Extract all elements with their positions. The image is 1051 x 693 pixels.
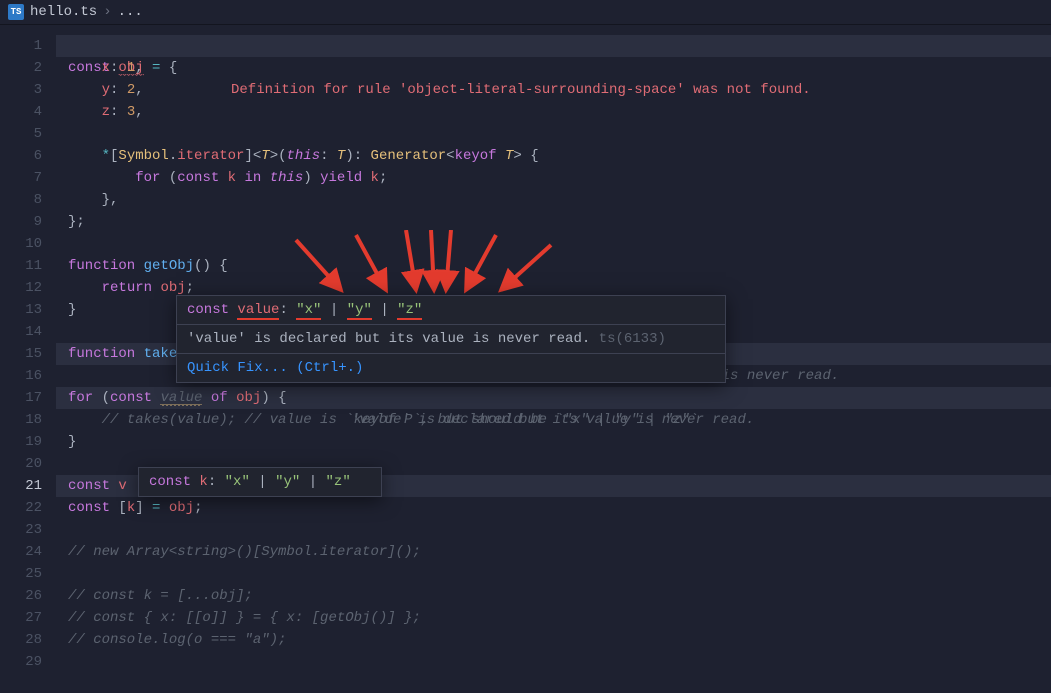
code-line[interactable]: } (56, 431, 1051, 453)
editor[interactable]: 1234567891011121314151617181920212223242… (0, 25, 1051, 693)
code-line[interactable]: // const k = [...obj]; (56, 585, 1051, 607)
hover-signature: const value: "x" | "y" | "z" (177, 296, 725, 324)
line-number: 16 (0, 365, 56, 387)
line-number: 28 (0, 629, 56, 651)
line-number: 3 (0, 79, 56, 101)
breadcrumb-file[interactable]: hello.ts (30, 4, 97, 20)
code-line[interactable]: // console.log(o === "a"); (56, 629, 1051, 651)
line-number: 19 (0, 431, 56, 453)
line-number: 23 (0, 519, 56, 541)
line-number: 29 (0, 651, 56, 673)
code-line[interactable]: // new Array<string>()[Symbol.iterator](… (56, 541, 1051, 563)
line-number: 9 (0, 211, 56, 233)
line-number: 5 (0, 123, 56, 145)
code-line[interactable]: y: 2, (56, 79, 1051, 101)
breadcrumb-more[interactable]: ... (118, 4, 143, 20)
quick-fix-link[interactable]: Quick Fix... (Ctrl+.) (177, 354, 725, 382)
line-number: 8 (0, 189, 56, 211)
line-number: 4 (0, 101, 56, 123)
line-number: 13 (0, 299, 56, 321)
typescript-file-icon: TS (8, 4, 24, 20)
code-line[interactable]: z: 3, (56, 101, 1051, 123)
line-number: 7 (0, 167, 56, 189)
line-number-gutter: 1234567891011121314151617181920212223242… (0, 25, 56, 693)
line-number: 10 (0, 233, 56, 255)
code-line[interactable] (56, 123, 1051, 145)
line-number: 15 (0, 343, 56, 365)
hover-tooltip: const value: "x" | "y" | "z" 'value' is … (176, 295, 726, 383)
code-line[interactable]: }, (56, 189, 1051, 211)
line-number: 24 (0, 541, 56, 563)
code-line[interactable] (56, 651, 1051, 673)
code-line[interactable] (56, 563, 1051, 585)
line-number: 26 (0, 585, 56, 607)
line-number: 2 (0, 57, 56, 79)
code-line[interactable]: x: 1, (56, 57, 1051, 79)
code-area[interactable]: const obj = { Definition for rule 'objec… (56, 25, 1051, 693)
breadcrumb: TS hello.ts › ... (0, 0, 1051, 25)
code-line[interactable] (56, 519, 1051, 541)
code-line[interactable]: for (const k in this) yield k; (56, 167, 1051, 189)
line-number: 20 (0, 453, 56, 475)
line-number: 14 (0, 321, 56, 343)
code-line[interactable]: // const { x: [[o]] } = { x: [getObj()] … (56, 607, 1051, 629)
hover-signature: const k: "x" | "y" | "z" (139, 468, 381, 496)
line-number: 12 (0, 277, 56, 299)
code-line[interactable]: for (const value of obj) { 'value' is de… (56, 387, 1051, 409)
line-number: 22 (0, 497, 56, 519)
hover-tooltip: const k: "x" | "y" | "z" (138, 467, 382, 497)
line-number: 18 (0, 409, 56, 431)
code-line[interactable]: *[Symbol.iterator]<T>(this: T): Generato… (56, 145, 1051, 167)
line-number: 11 (0, 255, 56, 277)
breadcrumb-separator-icon: › (103, 4, 111, 20)
line-number: 1 (0, 35, 56, 57)
code-line[interactable]: // takes(value); // value is `keyof P`, … (56, 409, 1051, 431)
code-line[interactable]: const obj = { Definition for rule 'objec… (56, 35, 1051, 57)
line-number: 17 (0, 387, 56, 409)
line-number: 21 (0, 475, 56, 497)
line-number: 6 (0, 145, 56, 167)
code-line[interactable]: const [k] = obj; (56, 497, 1051, 519)
line-number: 27 (0, 607, 56, 629)
line-number: 25 (0, 563, 56, 585)
hover-message: 'value' is declared but its value is nev… (177, 325, 725, 353)
